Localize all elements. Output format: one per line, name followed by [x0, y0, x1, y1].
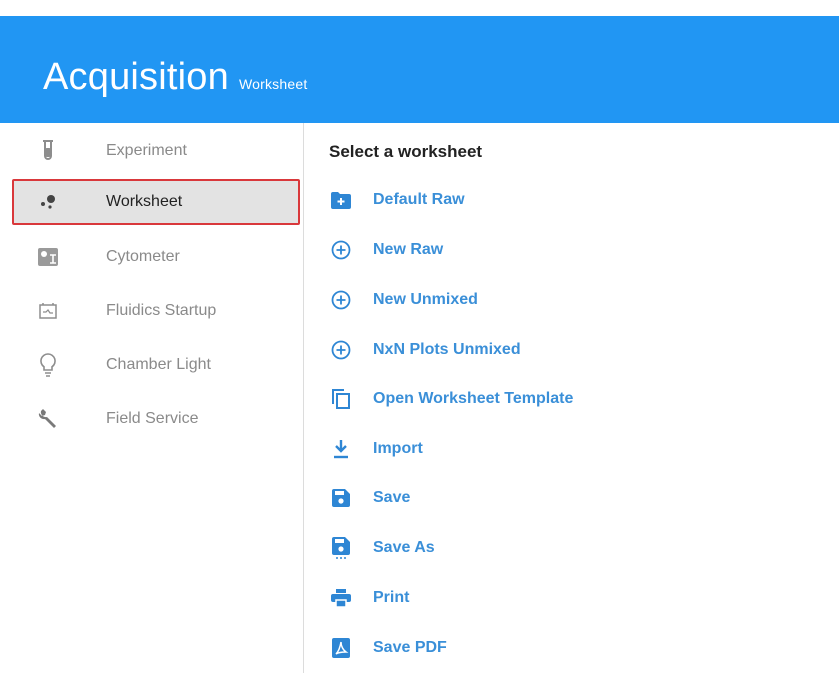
action-label: Save PDF	[373, 639, 447, 656]
action-label: Save As	[373, 539, 435, 556]
sidebar-item-label: Experiment	[106, 142, 187, 159]
sidebar: Experiment Worksheet Cytometer Fluidics …	[0, 123, 304, 673]
sidebar-item-fluidics-startup[interactable]: Fluidics Startup	[12, 288, 300, 334]
app-subtitle: Worksheet	[238, 76, 308, 92]
floppy-icon	[330, 487, 352, 509]
folder-plus-icon	[330, 189, 352, 211]
action-label: NxN Plots Unmixed	[373, 341, 521, 358]
sidebar-item-experiment[interactable]: Experiment	[12, 128, 300, 174]
sidebar-item-label: Field Service	[106, 410, 199, 427]
nxn-plots-unmixed-button[interactable]: NxN Plots Unmixed	[326, 332, 806, 368]
main-panel: Select a worksheet Default Raw New Raw N…	[304, 123, 839, 673]
action-label: Default Raw	[373, 191, 465, 208]
scatter-dots-icon	[36, 190, 60, 214]
app-header: Acquisition Worksheet	[0, 16, 839, 123]
action-label: Open Worksheet Template	[373, 390, 574, 407]
pdf-icon	[330, 637, 352, 659]
sidebar-item-worksheet[interactable]: Worksheet	[12, 179, 300, 225]
download-icon	[330, 438, 352, 460]
fluidics-icon	[36, 299, 60, 323]
action-label: Print	[373, 589, 410, 606]
sidebar-item-label: Chamber Light	[106, 356, 211, 373]
action-label: New Raw	[373, 241, 444, 258]
floppy-more-icon	[330, 537, 352, 559]
cytometer-icon	[36, 245, 60, 269]
lightbulb-icon	[36, 353, 60, 377]
action-label: New Unmixed	[373, 291, 478, 308]
wrench-icon	[36, 407, 60, 431]
sidebar-item-label: Worksheet	[106, 193, 183, 210]
plus-circle-icon	[330, 289, 352, 311]
default-raw-button[interactable]: Default Raw	[326, 182, 806, 218]
test-tube-icon	[36, 139, 60, 163]
open-worksheet-template-button[interactable]: Open Worksheet Template	[326, 381, 806, 417]
app-title: Acquisition Worksheet	[43, 56, 308, 98]
sidebar-item-label: Cytometer	[106, 248, 180, 265]
page-title: Select a worksheet	[329, 142, 483, 161]
import-button[interactable]: Import	[326, 431, 806, 467]
sidebar-item-cytometer[interactable]: Cytometer	[12, 234, 300, 280]
new-raw-button[interactable]: New Raw	[326, 232, 806, 268]
sidebar-item-field-service[interactable]: Field Service	[12, 396, 300, 442]
save-pdf-button[interactable]: Save PDF	[326, 630, 806, 666]
action-label: Save	[373, 489, 411, 506]
sidebar-item-chamber-light[interactable]: Chamber Light	[12, 342, 300, 388]
print-button[interactable]: Print	[326, 580, 806, 616]
sidebar-item-label: Fluidics Startup	[106, 302, 217, 319]
printer-icon	[330, 587, 352, 609]
action-label: Import	[373, 440, 423, 457]
new-unmixed-button[interactable]: New Unmixed	[326, 282, 806, 318]
plus-circle-icon	[330, 339, 352, 361]
save-button[interactable]: Save	[326, 480, 806, 516]
copy-icon	[330, 388, 352, 410]
save-as-button[interactable]: Save As	[326, 530, 806, 566]
plus-circle-icon	[330, 239, 352, 261]
